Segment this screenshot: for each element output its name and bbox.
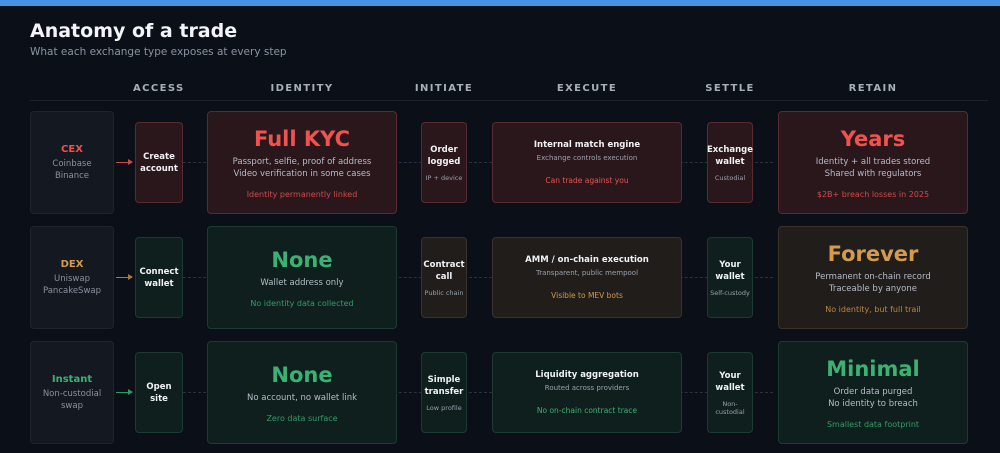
exchange-example: swap <box>61 400 83 411</box>
settle-label: wallet <box>715 156 745 167</box>
execute-footer: Can trade against you <box>545 176 629 185</box>
retain-desc: Identity + all trades stored <box>815 156 931 167</box>
retain-heading: Minimal <box>826 356 920 381</box>
page-title: Anatomy of a trade <box>30 20 238 42</box>
retain-heading: Forever <box>827 241 919 266</box>
identity-box: None Wallet address only No identity dat… <box>207 226 397 329</box>
retain-box: Minimal Order data purged No identity to… <box>778 341 968 444</box>
settle-footer: Self-custody <box>710 288 750 297</box>
settle-footer: Custodial <box>714 173 746 182</box>
execute-label: Internal match engine <box>533 140 641 150</box>
row-arrow-icon <box>116 274 133 280</box>
execute-desc: Routed across providers <box>544 384 630 392</box>
initiate-label: transfer <box>424 386 464 397</box>
execute-label: Liquidity aggregation <box>535 370 639 380</box>
settle-label: wallet <box>715 382 745 393</box>
header-divider <box>30 100 988 101</box>
execute-box: Liquidity aggregation Routed across prov… <box>492 352 682 433</box>
initiate-box: Simple transfer Low profile <box>421 352 467 433</box>
initiate-label: Order <box>430 144 458 155</box>
retain-box: Forever Permanent on-chain record Tracea… <box>778 226 968 329</box>
initiate-label: call <box>435 271 453 282</box>
retain-footer: Smallest data footprint <box>826 419 920 429</box>
access-label: account <box>140 163 178 174</box>
identity-desc: No account, no wallet link <box>247 392 357 403</box>
retain-box: Years Identity + all trades stored Share… <box>778 111 968 214</box>
exchange-example: PancakeSwap <box>42 285 102 296</box>
identity-desc: Video verification in some cases <box>233 168 371 179</box>
retain-desc: Traceable by anyone <box>828 283 918 294</box>
access-label: Connect <box>139 266 179 277</box>
column-header-initiate: INITIATE <box>414 83 474 94</box>
identity-desc: Wallet address only <box>260 277 344 288</box>
settle-label: Exchange <box>707 144 754 155</box>
settle-box: Your wallet Self-custody <box>707 237 753 318</box>
top-accent-bar <box>0 0 1000 6</box>
initiate-label: Contract <box>423 259 465 270</box>
execute-desc: Exchange controls execution <box>536 154 638 162</box>
exchange-name: CEX <box>61 143 83 155</box>
retain-desc: Shared with regulators <box>824 168 922 179</box>
access-label: site <box>150 393 168 404</box>
settle-box: Exchange wallet Custodial <box>707 122 753 203</box>
retain-heading: Years <box>840 126 906 151</box>
exchange-example: Coinbase <box>52 158 92 169</box>
execute-desc: Transparent, public mempool <box>535 269 639 277</box>
retain-footer: $2B+ breach losses in 2025 <box>816 189 930 199</box>
access-label: wallet <box>144 278 174 289</box>
row-arrow-icon <box>116 159 133 165</box>
exchange-card-cex: CEX Coinbase Binance <box>30 111 114 214</box>
settle-footer: Non-custodial <box>715 399 745 416</box>
identity-footer: Identity permanently linked <box>246 189 358 199</box>
initiate-box: Contract call Public chain <box>421 237 467 318</box>
identity-heading: None <box>271 247 333 272</box>
identity-box: None No account, no wallet link Zero dat… <box>207 341 397 444</box>
execute-footer: No on-chain contract trace <box>536 406 638 415</box>
initiate-label: logged <box>427 156 461 167</box>
identity-heading: Full KYC <box>253 126 351 151</box>
exchange-name: DEX <box>60 258 84 270</box>
access-box: Open site <box>135 352 183 433</box>
identity-box: Full KYC Passport, selfie, proof of addr… <box>207 111 397 214</box>
page-subtitle: What each exchange type exposes at every… <box>30 46 287 58</box>
exchange-card-dex: DEX Uniswap PancakeSwap <box>30 226 114 329</box>
access-box: Create account <box>135 122 183 203</box>
initiate-box: Order logged IP + device <box>421 122 467 203</box>
access-label: Create <box>143 151 175 162</box>
settle-label: wallet <box>715 271 745 282</box>
column-header-settle: SETTLE <box>705 83 755 94</box>
initiate-footer: Low profile <box>426 403 462 412</box>
exchange-example: Uniswap <box>54 273 90 284</box>
retain-desc: No identity to breach <box>828 398 918 409</box>
execute-footer: Visible to MEV bots <box>551 291 623 300</box>
column-header-access: ACCESS <box>133 83 185 94</box>
exchange-card-instant: Instant Non-custodial swap <box>30 341 114 444</box>
settle-label: Your <box>719 370 741 381</box>
exchange-example: Non-custodial <box>42 388 102 399</box>
access-box: Connect wallet <box>135 237 183 318</box>
execute-box: AMM / on-chain execution Transparent, pu… <box>492 237 682 318</box>
column-header-retain: RETAIN <box>848 83 898 94</box>
identity-footer: No identity data collected <box>250 298 354 308</box>
row-arrow-icon <box>116 389 133 395</box>
initiate-footer: Public chain <box>424 288 464 297</box>
execute-box: Internal match engine Exchange controls … <box>492 122 682 203</box>
access-label: Open <box>146 381 172 392</box>
identity-heading: None <box>271 362 333 387</box>
column-header-identity: IDENTITY <box>270 83 334 94</box>
identity-footer: Zero data surface <box>266 413 338 423</box>
retain-footer: No identity, but full trail <box>825 304 921 314</box>
initiate-label: Simple <box>427 374 461 385</box>
settle-box: Your wallet Non-custodial <box>707 352 753 433</box>
column-header-execute: EXECUTE <box>556 83 618 94</box>
execute-label: AMM / on-chain execution <box>525 255 649 265</box>
retain-desc: Order data purged <box>833 386 913 397</box>
exchange-name: Instant <box>51 373 93 385</box>
settle-label: Your <box>719 259 741 270</box>
retain-desc: Permanent on-chain record <box>815 271 931 282</box>
identity-desc: Passport, selfie, proof of address <box>232 156 372 167</box>
initiate-footer: IP + device <box>425 173 463 182</box>
exchange-example: Binance <box>54 170 90 181</box>
